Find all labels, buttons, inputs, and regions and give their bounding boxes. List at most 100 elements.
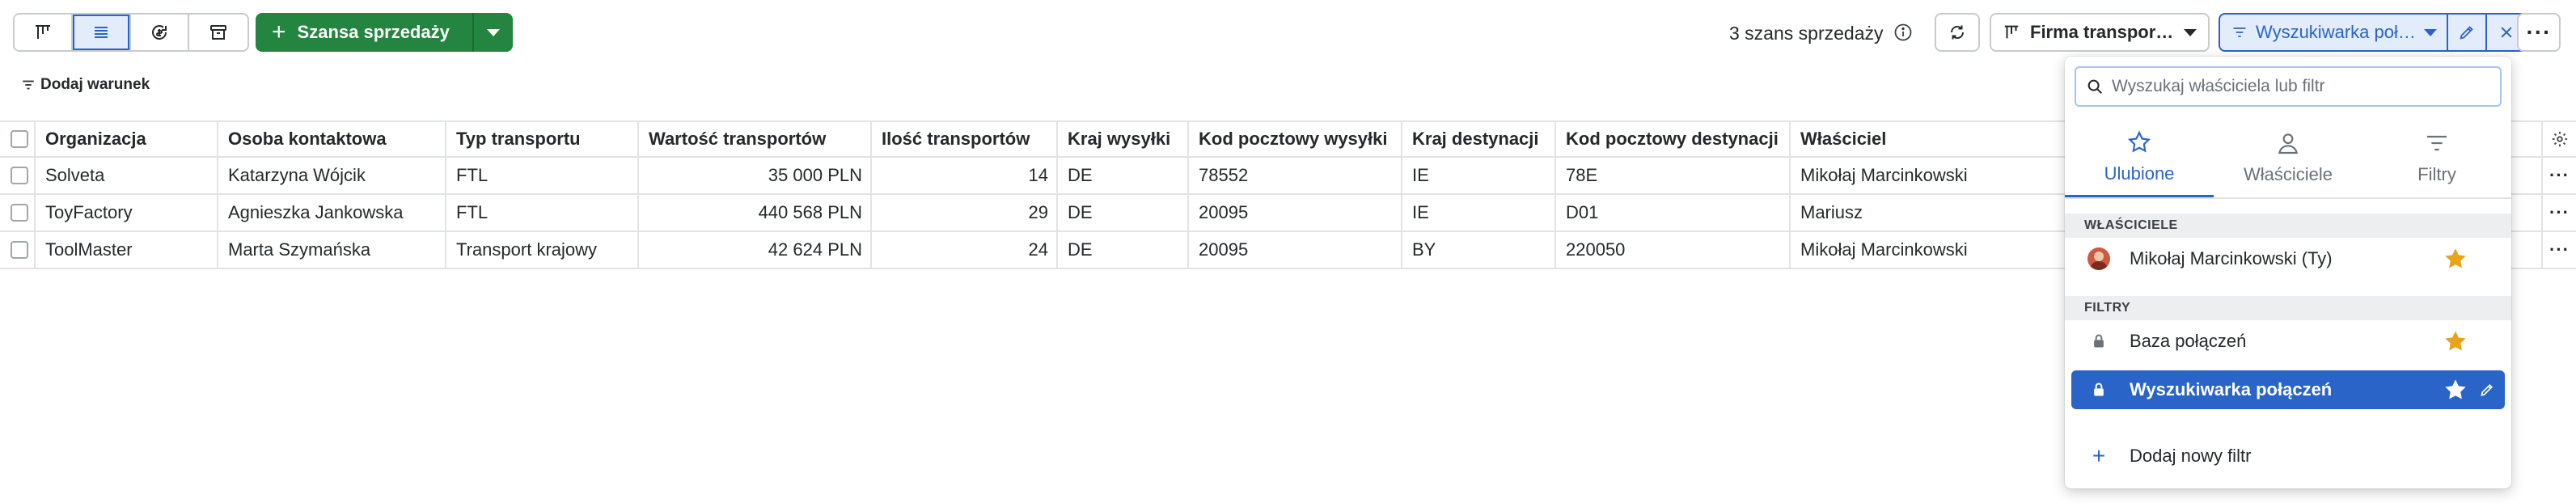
refresh-button[interactable] [1935,13,1980,52]
select-all-checkbox[interactable] [11,130,28,148]
owners-section-header: WŁAŚCICIELE [2065,213,2511,238]
row-checkbox[interactable] [11,167,28,184]
cell-transport-count[interactable]: 29 [870,195,1058,230]
edit-filter-button[interactable] [2448,15,2487,50]
column-header-transport-type[interactable]: Typ transportu [445,122,639,156]
cell-dest-country[interactable]: BY [1401,232,1556,268]
row-menu-button[interactable]: ··· [2541,195,2576,230]
filter-item[interactable]: Baza połączeń [2071,322,2505,361]
cell-contact[interactable]: Katarzyna Wójcik [217,158,446,193]
cell-owner[interactable]: Mikołaj Marcinkowski [1789,158,2066,193]
row-menu-button[interactable]: ··· [2541,232,2576,268]
column-header-ship-country[interactable]: Kraj wysyłki [1056,122,1189,156]
filter-item-selected[interactable]: Wyszukiwarka połączeń [2071,370,2505,409]
chevron-down-icon [486,28,500,36]
filter-search-input[interactable] [2112,77,2490,96]
row-checkbox[interactable] [11,204,28,222]
cell-owner[interactable]: Mariusz [1789,195,2066,230]
cell-organization[interactable]: ToyFactory [34,195,218,230]
column-header-transport-value[interactable]: Wartość transportów [637,122,872,156]
row-select-cell [0,232,39,268]
add-condition-link[interactable]: Dodaj warunek [21,76,150,94]
filter-icon [23,80,34,90]
view-switcher [13,13,249,52]
cell-transport-value[interactable]: 42 624 PLN [637,232,872,268]
column-header-transport-count[interactable]: Ilość transportów [870,122,1058,156]
tab-filters-label: Filtry [2417,164,2456,184]
favorite-star-icon[interactable] [2442,246,2469,272]
owner-item[interactable]: Mikołaj Marcinkowski (Ty) [2071,239,2505,278]
cell-contact[interactable]: Agnieszka Jankowska [217,195,446,230]
add-deal-label: Szansa sprzedaży [297,22,450,42]
cell-ship-postcode[interactable]: 78552 [1187,158,1402,193]
add-filter-button[interactable]: + Dodaj nowy filtr [2071,437,2505,476]
info-icon[interactable] [1893,23,1913,42]
tab-filters[interactable]: Filtry [2362,118,2511,197]
cell-ship-country[interactable]: DE [1056,232,1189,268]
cell-transport-value[interactable]: 440 568 PLN [637,195,872,230]
cell-contact[interactable]: Marta Szymańska [217,232,446,268]
pipeline-view-button[interactable] [15,15,73,50]
tab-owners[interactable]: Właściciele [2214,118,2362,197]
archive-view-button[interactable] [189,15,247,50]
owner-avatar-wrap [2078,247,2120,270]
cell-transport-count[interactable]: 14 [870,158,1058,193]
cell-transport-type[interactable]: Transport krajowy [445,232,639,268]
pipeline-board-icon [36,25,50,39]
column-header-dest-postcode[interactable]: Kod pocztowy destynacji [1554,122,1791,156]
cell-dest-postcode[interactable]: 78E [1554,158,1791,193]
search-icon [2087,79,2102,94]
lock-icon [2078,333,2120,349]
column-header-organization[interactable]: Organizacja [34,122,218,156]
forecast-icon [152,25,167,40]
close-icon [2501,27,2512,38]
filter-select[interactable]: Wyszukiwarka połączeń [2220,15,2448,50]
cell-transport-type[interactable]: FTL [445,195,639,230]
cell-dest-country[interactable]: IE [1401,158,1556,193]
row-select-cell [0,158,39,193]
cell-dest-country[interactable]: IE [1401,195,1556,230]
owner-item-label: Mikołaj Marcinkowski (Ty) [2130,248,2333,268]
select-all-cell [0,122,39,156]
column-header-owner[interactable]: Właściciel [1789,122,2066,156]
forecast-view-button[interactable] [131,15,189,50]
deal-count: 3 szans sprzedaży [1729,23,1884,44]
cell-transport-value[interactable]: 35 000 PLN [637,158,872,193]
chevron-down-icon [2184,28,2197,36]
cell-ship-postcode[interactable]: 20095 [1187,232,1402,268]
cell-ship-postcode[interactable]: 20095 [1187,195,1402,230]
column-header-contact[interactable]: Osoba kontaktowa [217,122,446,156]
favorite-star-icon[interactable] [2442,377,2469,403]
list-view-icon [95,27,108,38]
favorite-star-icon[interactable] [2442,328,2469,354]
star-outline-icon [2127,130,2151,152]
row-checkbox[interactable] [11,241,28,259]
archive-icon [210,25,226,40]
add-deal-options-button[interactable] [474,13,513,52]
row-menu-button[interactable]: ··· [2541,158,2576,193]
add-condition-label: Dodaj warunek [40,76,150,93]
column-header-ship-postcode[interactable]: Kod pocztowy wysyłki [1187,122,1402,156]
tab-favorites[interactable]: Ulubione [2065,118,2214,197]
cell-dest-postcode[interactable]: D01 [1554,195,1791,230]
list-view-button[interactable] [73,15,131,50]
panel-tabs: Ulubione Właściciele Filtry [2065,118,2511,199]
avatar [2087,247,2110,270]
add-deal-button[interactable]: + Szansa sprzedaży [256,13,474,52]
cell-dest-postcode[interactable]: 220050 [1554,232,1791,268]
more-actions-button[interactable]: ··· [2517,13,2561,52]
pencil-icon[interactable] [2469,382,2505,398]
cell-organization[interactable]: Solveta [34,158,218,193]
filter-item-label: Wyszukiwarka połączeń [2130,379,2333,399]
cell-transport-type[interactable]: FTL [445,158,639,193]
pipeline-select[interactable]: Firma transportowa [1990,13,2210,52]
person-icon [2278,133,2298,154]
filter-split-button: Wyszukiwarka połączeń [2219,13,2527,52]
cell-organization[interactable]: ToolMaster [34,232,218,268]
column-settings-button[interactable] [2541,122,2576,156]
cell-owner[interactable]: Mikołaj Marcinkowski [1789,232,2066,268]
cell-ship-country[interactable]: DE [1056,195,1189,230]
column-header-dest-country[interactable]: Kraj destynacji [1401,122,1556,156]
cell-ship-country[interactable]: DE [1056,158,1189,193]
cell-transport-count[interactable]: 24 [870,232,1058,268]
